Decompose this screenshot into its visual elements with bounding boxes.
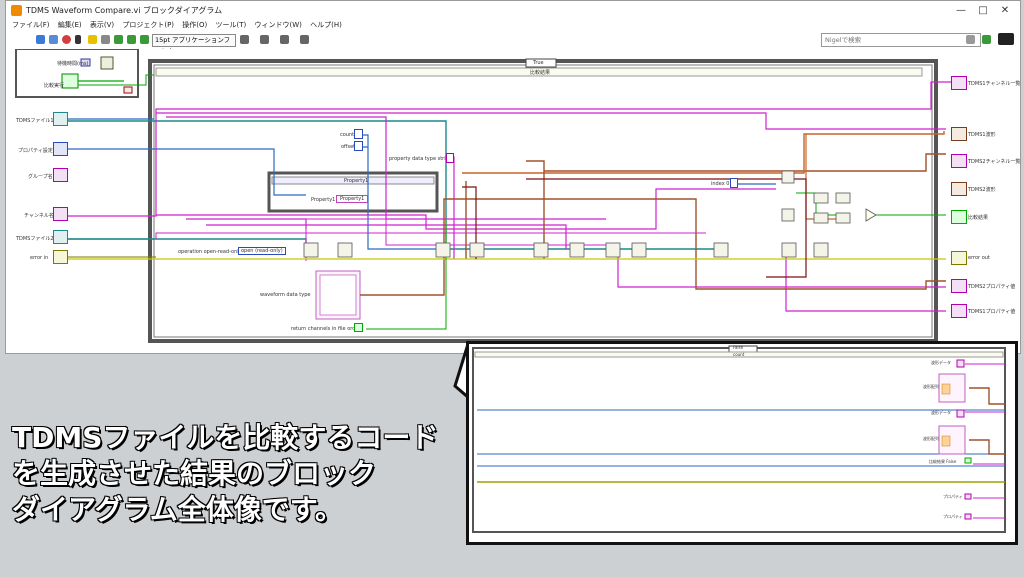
zoom-row-5: 比較結果 False bbox=[929, 459, 957, 464]
property-field-value[interactable]: Property1 bbox=[336, 195, 369, 203]
menu-file[interactable]: ファイル(F) bbox=[12, 21, 50, 29]
tdms1-waveform-indicator bbox=[951, 127, 967, 141]
menu-bar: ファイル(F) 編集(E) 表示(V) プロジェクト(P) 操作(O) ツール(… bbox=[6, 20, 1020, 33]
error-out-label: error out bbox=[968, 255, 990, 261]
index-constant[interactable] bbox=[730, 178, 738, 188]
distribute-objects-icon[interactable] bbox=[260, 35, 269, 44]
tdms1-property-label: TDMS1プロパティ値 bbox=[968, 309, 1016, 315]
close-button[interactable]: ✕ bbox=[994, 3, 1016, 19]
tdms2-channel-list-label: TDMS2チャンネル一覧 bbox=[968, 159, 1021, 165]
resize-objects-icon[interactable] bbox=[280, 35, 289, 44]
zoom-row-4: 波形配列 bbox=[923, 436, 939, 441]
block-diagram[interactable]: 待機時間(ms) 比較実行 TDMSファイル1 プロパティ設定 グループ名 チャ… bbox=[6, 49, 1020, 352]
title-bar: TDMS Waveform Compare.vi ブロックダイアグラム — □ … bbox=[6, 1, 1020, 21]
caption-line-1: TDMSファイルを比較するコード bbox=[11, 420, 439, 455]
wiring-canvas bbox=[15, 49, 951, 343]
offset-constant[interactable] bbox=[354, 141, 363, 151]
compare-result-label: 比較結果 bbox=[968, 215, 989, 221]
tdms-file1-label: TDMSファイル1 bbox=[16, 118, 54, 124]
waveform-type-label: waveform data type bbox=[260, 292, 311, 298]
retain-wire-values-icon[interactable] bbox=[101, 35, 110, 44]
font-selector[interactable]: 15pt アプリケーションフォント bbox=[152, 34, 236, 55]
tdms2-property-label: TDMS2プロパティ値 bbox=[968, 284, 1016, 290]
search-icon[interactable] bbox=[966, 35, 975, 44]
error-in-control[interactable] bbox=[53, 250, 68, 264]
return-channels-label: return channels in file order bbox=[291, 326, 361, 332]
zoom-case-label: False bbox=[733, 345, 744, 350]
step-over-icon[interactable] bbox=[127, 35, 136, 44]
property-box-title: Property1 bbox=[344, 178, 369, 184]
caption-line-3: ダイアグラム全体像です。 bbox=[11, 492, 343, 527]
tdms1-channel-list-indicator bbox=[951, 76, 967, 90]
channel-name-label: チャンネル名 bbox=[24, 213, 54, 219]
tdms2-channel-list-indicator bbox=[951, 154, 967, 168]
search-input[interactable]: Nigelで検索 bbox=[821, 33, 981, 47]
tdms2-waveform-indicator bbox=[951, 182, 967, 196]
compare-result-indicator bbox=[951, 210, 967, 224]
zoomed-diagram-inset: False count 波形データ 波形配列 波形データ 波形配列 比較結果 F… bbox=[466, 341, 1018, 545]
context-help-icon[interactable] bbox=[982, 35, 991, 44]
minimize-button[interactable]: — bbox=[950, 3, 972, 19]
compare-label: 比較実行 bbox=[44, 83, 65, 89]
zoom-row-1: 波形データ bbox=[931, 360, 951, 365]
property-data-type-label: property data type string bbox=[389, 156, 452, 162]
abort-icon[interactable] bbox=[62, 35, 71, 44]
menu-operate[interactable]: 操作(O) bbox=[182, 21, 207, 29]
operation-value[interactable]: open (read-only) bbox=[238, 247, 286, 255]
menu-project[interactable]: プロジェクト(P) bbox=[122, 21, 174, 29]
menu-edit[interactable]: 編集(E) bbox=[58, 21, 82, 29]
tdms-file2-label: TDMSファイル2 bbox=[16, 236, 54, 242]
tdms1-channel-list-label: TDMS1チャンネル一覧 bbox=[968, 81, 1021, 87]
window-title: TDMS Waveform Compare.vi ブロックダイアグラム bbox=[26, 6, 223, 15]
labview-window: TDMS Waveform Compare.vi ブロックダイアグラム — □ … bbox=[5, 0, 1021, 354]
zoom-loop-label: count bbox=[733, 352, 745, 357]
step-into-icon[interactable] bbox=[114, 35, 123, 44]
error-in-label: error in bbox=[30, 255, 49, 261]
index-label: index 0 bbox=[711, 181, 730, 187]
tdms-file1-control[interactable] bbox=[53, 112, 68, 126]
menu-tools[interactable]: ツール(T) bbox=[216, 21, 247, 29]
tdms1-waveform-label: TDMS1波形 bbox=[968, 132, 996, 138]
zoom-row-7: プロパティ bbox=[943, 514, 963, 519]
highlight-execution-icon[interactable] bbox=[88, 35, 97, 44]
property-data-type-constant[interactable] bbox=[446, 153, 454, 163]
toolbar: 15pt アプリケーションフォント Nigelで検索 bbox=[6, 33, 1020, 55]
pause-icon[interactable] bbox=[75, 35, 81, 44]
zoom-row-3: 波形データ bbox=[931, 410, 951, 415]
vi-icon[interactable] bbox=[998, 33, 1014, 45]
step-out-icon[interactable] bbox=[140, 35, 149, 44]
count-constant[interactable] bbox=[354, 129, 363, 139]
channel-name-control[interactable] bbox=[53, 207, 68, 221]
run-icon[interactable] bbox=[36, 35, 45, 44]
property-setting-label: プロパティ設定 bbox=[18, 148, 53, 154]
wait-time-label: 待機時間(ms) bbox=[57, 61, 89, 67]
case-selector-label[interactable]: True bbox=[533, 60, 544, 66]
loop-label: 比較結果 bbox=[530, 70, 551, 76]
tdms-file2-control[interactable] bbox=[53, 230, 68, 244]
align-objects-icon[interactable] bbox=[240, 35, 249, 44]
run-continuously-icon[interactable] bbox=[49, 35, 58, 44]
tdms1-property-indicator bbox=[951, 304, 967, 318]
error-out-indicator bbox=[951, 251, 967, 265]
menu-window[interactable]: ウィンドウ(W) bbox=[254, 21, 301, 29]
menu-help[interactable]: ヘルプ(H) bbox=[310, 21, 342, 29]
zoom-row-6: プロパティ bbox=[943, 494, 963, 499]
tdms2-waveform-label: TDMS2波形 bbox=[968, 187, 996, 193]
tdms2-property-indicator bbox=[951, 279, 967, 293]
reorder-icon[interactable] bbox=[300, 35, 309, 44]
menu-view[interactable]: 表示(V) bbox=[90, 21, 114, 29]
maximize-button[interactable]: □ bbox=[972, 3, 994, 19]
return-channels-constant[interactable] bbox=[354, 323, 363, 332]
group-name-label: グループ名 bbox=[28, 174, 53, 180]
zoom-row-2: 波形配列 bbox=[923, 384, 939, 389]
property-setting-control[interactable] bbox=[53, 142, 68, 156]
group-name-control[interactable] bbox=[53, 168, 68, 182]
labview-app-icon bbox=[11, 5, 22, 16]
caption-line-2: を生成させた結果のブロック bbox=[11, 456, 377, 491]
property-field-label: Property1 bbox=[311, 197, 336, 203]
count-label: count bbox=[340, 132, 355, 138]
operation-label: operation open-read-only bbox=[178, 249, 242, 255]
